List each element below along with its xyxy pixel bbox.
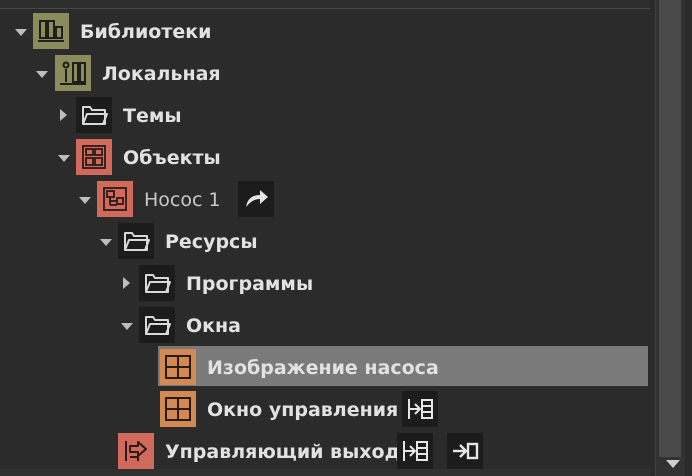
tree-label: Окна	[186, 315, 241, 337]
tree-row-windows[interactable]: Окна	[0, 306, 650, 346]
tree-label: Изображение насоса	[207, 357, 439, 379]
tree-row-control-window[interactable]: Окно управления	[0, 390, 650, 430]
tree-row-local[interactable]: Локальная	[0, 54, 650, 94]
library-tree-panel: Библиотеки Локальная Темы Объекты Носос …	[0, 0, 650, 476]
tree-label: Программы	[186, 273, 314, 295]
output-port-icon[interactable]	[447, 433, 483, 469]
scroll-down-arrow-icon[interactable]	[666, 460, 680, 468]
tree-row-pump[interactable]: Носос 1	[0, 180, 650, 220]
panel-top-edge	[0, 0, 650, 9]
link-arrow-icon[interactable]	[238, 181, 274, 217]
window-icon	[160, 391, 196, 427]
window-icon	[160, 349, 196, 385]
library-icon	[33, 13, 69, 49]
expand-toggle[interactable]	[15, 29, 27, 36]
objects-icon	[76, 139, 112, 175]
tree-row-pump-image[interactable]: Изображение насоса	[0, 348, 650, 388]
tree-label: Библиотеки	[80, 21, 212, 43]
tree-row-programs[interactable]: Программы	[0, 264, 650, 304]
local-library-icon	[55, 55, 91, 91]
folder-icon	[139, 307, 175, 343]
expand-toggle[interactable]	[36, 71, 48, 78]
expand-toggle[interactable]	[79, 197, 91, 204]
tree-row-objects[interactable]: Объекты	[0, 138, 650, 178]
tree-row-themes[interactable]: Темы	[0, 96, 650, 136]
tree-label: Управляющий выход	[165, 441, 400, 463]
tree-row-libraries[interactable]: Библиотеки	[0, 12, 650, 52]
tree-label: Ресурсы	[165, 231, 258, 253]
tree-row-resources[interactable]: Ресурсы	[0, 222, 650, 262]
folder-icon	[139, 265, 175, 301]
tree-label: Темы	[123, 105, 182, 127]
panel-bottom-edge	[0, 469, 650, 476]
folder-icon	[118, 223, 154, 259]
input-port-icon[interactable]	[402, 391, 438, 427]
folder-icon	[76, 97, 112, 133]
expand-toggle[interactable]	[58, 155, 70, 162]
tree-label: Окно управления	[207, 399, 399, 421]
expand-toggle[interactable]	[121, 323, 133, 330]
object-icon	[97, 181, 133, 217]
tree-row-control-output[interactable]: Управляющий выход	[0, 432, 650, 472]
expand-toggle[interactable]	[100, 239, 112, 246]
scrollbar-thumb[interactable]	[659, 0, 681, 457]
control-output-icon	[118, 433, 154, 469]
collapse-toggle[interactable]	[60, 109, 67, 121]
tree-label: Объекты	[123, 147, 221, 169]
input-port-icon[interactable]	[397, 433, 433, 469]
tree-label: Носос 1	[144, 189, 221, 211]
collapse-toggle[interactable]	[123, 277, 130, 289]
tree-label: Локальная	[102, 63, 221, 85]
